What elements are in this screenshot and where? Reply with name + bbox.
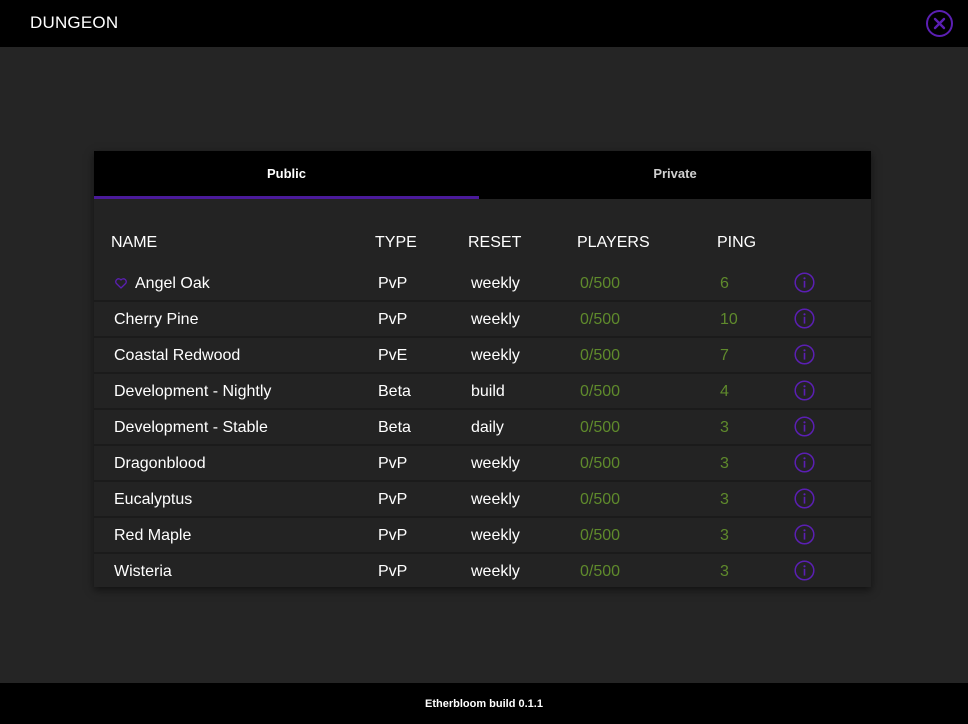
server-row[interactable]: Development - Nightly Beta build 0/500 4 — [94, 374, 871, 410]
server-name: Cherry Pine — [114, 311, 199, 328]
server-row[interactable]: Angel Oak PvP weekly 0/500 6 — [94, 266, 871, 302]
table-header: NAME TYPE RESET PLAYERS PING — [94, 231, 871, 253]
column-header-ping[interactable]: PING — [717, 234, 756, 252]
info-icon[interactable] — [794, 308, 815, 334]
server-row[interactable]: Dragonblood PvP weekly 0/500 3 — [94, 446, 871, 482]
info-icon[interactable] — [794, 560, 815, 586]
server-reset: daily — [471, 419, 504, 436]
server-ping: 10 — [720, 311, 738, 328]
tab-bar: Public Private — [94, 151, 871, 199]
column-header-reset[interactable]: RESET — [468, 234, 521, 252]
server-players: 0/500 — [580, 527, 621, 544]
server-reset: weekly — [471, 455, 520, 472]
server-players: 0/500 — [580, 491, 621, 508]
column-header-type[interactable]: TYPE — [375, 234, 417, 252]
close-button[interactable] — [926, 10, 953, 37]
info-icon[interactable] — [794, 380, 815, 406]
server-ping: 3 — [720, 563, 729, 580]
server-ping: 3 — [720, 491, 729, 508]
server-type: Beta — [378, 383, 411, 400]
build-version: Etherbloom build 0.1.1 — [425, 698, 543, 710]
column-header-name[interactable]: NAME — [111, 234, 157, 252]
server-name: Red Maple — [114, 527, 192, 544]
server-reset: weekly — [471, 563, 520, 580]
server-ping: 4 — [720, 383, 729, 400]
server-row[interactable]: Coastal Redwood PvE weekly 0/500 7 — [94, 338, 871, 374]
server-type: PvP — [378, 275, 408, 292]
server-list: Angel Oak PvP weekly 0/500 6 Cherry Pine… — [94, 266, 871, 590]
server-reset: build — [471, 383, 505, 400]
server-row[interactable]: Wisteria PvP weekly 0/500 3 — [94, 554, 871, 590]
info-icon[interactable] — [794, 344, 815, 370]
server-name: Development - Stable — [114, 419, 268, 436]
server-reset: weekly — [471, 311, 520, 328]
close-icon — [933, 17, 946, 30]
server-row[interactable]: Eucalyptus PvP weekly 0/500 3 — [94, 482, 871, 518]
server-reset: weekly — [471, 347, 520, 364]
server-ping: 3 — [720, 527, 729, 544]
info-icon[interactable] — [794, 452, 815, 478]
server-ping: 6 — [720, 275, 729, 292]
server-name: Dragonblood — [114, 455, 206, 472]
server-reset: weekly — [471, 527, 520, 544]
server-players: 0/500 — [580, 455, 621, 472]
server-name: Eucalyptus — [114, 491, 193, 508]
info-icon[interactable] — [794, 272, 815, 298]
server-players: 0/500 — [580, 563, 621, 580]
server-players: 0/500 — [580, 347, 621, 364]
app-title: DUNGEON — [30, 13, 119, 32]
server-name: Angel Oak — [135, 275, 210, 292]
server-type: PvP — [378, 311, 408, 328]
active-tab-indicator — [94, 196, 479, 199]
server-type: Beta — [378, 419, 411, 436]
server-ping: 7 — [720, 347, 729, 364]
tab-private[interactable]: Private — [479, 151, 871, 199]
info-icon[interactable] — [794, 416, 815, 442]
server-name: Wisteria — [114, 563, 172, 580]
title-bar: DUNGEON — [0, 0, 968, 47]
server-ping: 3 — [720, 455, 729, 472]
server-players: 0/500 — [580, 311, 621, 328]
server-row[interactable]: Development - Stable Beta daily 0/500 3 — [94, 410, 871, 446]
tab-public[interactable]: Public — [94, 151, 479, 199]
footer-bar: Etherbloom build 0.1.1 — [0, 683, 968, 724]
server-browser-panel: Public Private NAME TYPE RESET PLAYERS P… — [94, 151, 871, 587]
server-ping: 3 — [720, 419, 729, 436]
info-icon[interactable] — [794, 488, 815, 514]
info-icon[interactable] — [794, 524, 815, 550]
server-type: PvE — [378, 347, 408, 364]
server-name: Development - Nightly — [114, 383, 272, 400]
server-players: 0/500 — [580, 383, 621, 400]
column-header-players[interactable]: PLAYERS — [577, 234, 650, 252]
server-type: PvP — [378, 491, 408, 508]
server-type: PvP — [378, 527, 408, 544]
server-row[interactable]: Red Maple PvP weekly 0/500 3 — [94, 518, 871, 554]
server-players: 0/500 — [580, 419, 621, 436]
server-type: PvP — [378, 563, 408, 580]
server-reset: weekly — [471, 491, 520, 508]
server-type: PvP — [378, 455, 408, 472]
server-name: Coastal Redwood — [114, 347, 241, 364]
heart-icon[interactable] — [115, 276, 127, 294]
server-reset: weekly — [471, 275, 520, 292]
server-row[interactable]: Cherry Pine PvP weekly 0/500 10 — [94, 302, 871, 338]
server-players: 0/500 — [580, 275, 621, 292]
